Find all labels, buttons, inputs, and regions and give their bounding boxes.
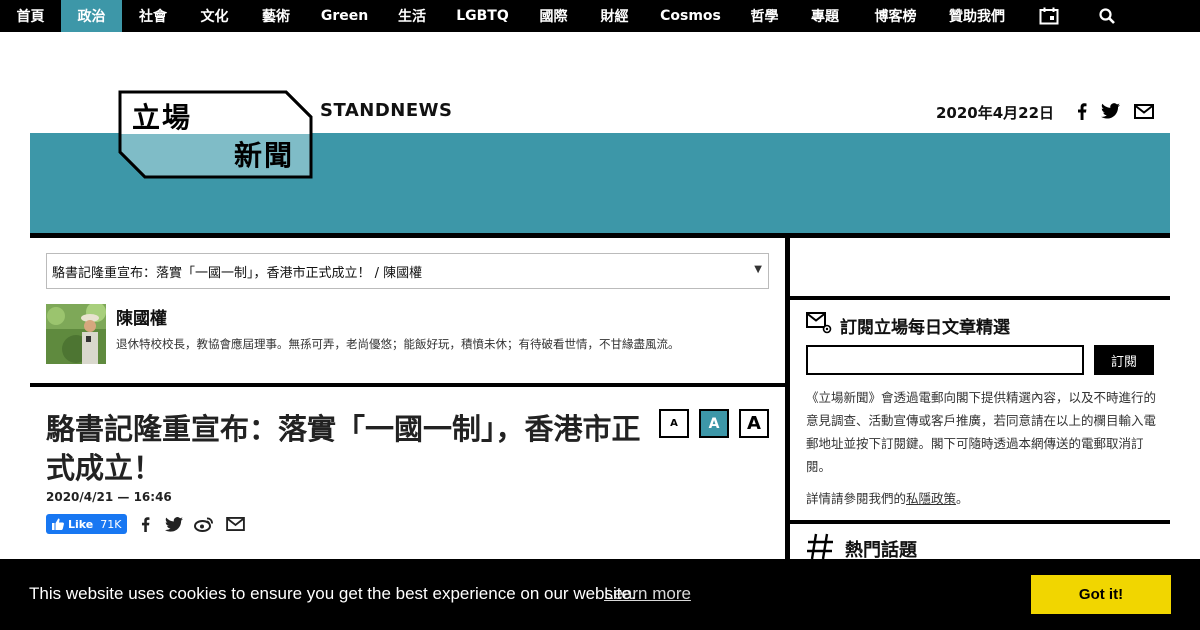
author-name[interactable]: 陳國權 — [116, 304, 167, 329]
subscribe-button-label: 訂閱 — [1110, 354, 1137, 370]
sidebar-divider — [785, 237, 790, 567]
search-icon[interactable] — [1077, 0, 1136, 32]
nav-item-label: LGBTQ — [456, 8, 509, 24]
font-size-large-button[interactable]: A — [739, 409, 769, 438]
subscribe-description: 《立場新聞》會透過電郵向閣下提供精選內容，以及不時進行的意見調查、活動宣傳或客戶… — [806, 390, 1157, 474]
subscribe-button[interactable]: 訂閱 — [1094, 345, 1154, 375]
nav-item-culture[interactable]: 文化 — [184, 0, 245, 32]
brand-wordmark: STANDNEWS — [320, 100, 453, 121]
mail-at-icon — [806, 312, 832, 334]
nav-item-life[interactable]: 生活 — [382, 0, 442, 32]
logo-text-line1: 立場 — [132, 101, 193, 134]
article-date: 2020/4/21 — 16:46 — [46, 490, 172, 504]
privacy-note: 詳情請參閱我們的私隱政策。 — [806, 488, 969, 507]
nav-item-label: 國際 — [539, 9, 568, 25]
facebook-icon[interactable] — [1071, 100, 1093, 122]
like-label: Like — [68, 517, 94, 531]
nav-item-society[interactable]: 社會 — [122, 0, 184, 32]
cookie-accept-button[interactable]: Got it! — [1031, 575, 1171, 614]
nav-item-philosophy[interactable]: 哲學 — [736, 0, 793, 32]
privacy-policy-link[interactable]: 私隱政策 — [906, 491, 956, 506]
article-series-select[interactable]: 駱書記隆重宣布：落實「一國一制」，香港市正式成立！ / 陳國權 ▼ — [46, 253, 769, 289]
thumbs-up-icon — [52, 518, 64, 530]
nav-item-label: 贊助我們 — [949, 9, 1005, 25]
nav-item-label: 政治 — [77, 9, 106, 25]
privacy-suffix: 。 — [956, 491, 969, 506]
nav-item-label: 藝術 — [262, 9, 290, 25]
nav-item-label: 哲學 — [750, 9, 779, 25]
nav-item-sponsor[interactable]: 贊助我們 — [934, 0, 1020, 32]
facebook-like-button[interactable]: Like 71K — [46, 514, 127, 534]
nav-item-art[interactable]: 藝術 — [245, 0, 307, 32]
nav-item-label: 專題 — [811, 9, 839, 25]
font-size-small-button[interactable]: A — [659, 409, 689, 438]
privacy-prefix: 詳情請參閱我們的 — [806, 491, 907, 506]
hashtag-icon — [806, 532, 834, 560]
like-count: 71K — [100, 517, 122, 531]
font-size-medium-button[interactable]: A — [699, 409, 729, 438]
nav-item-finance[interactable]: 財經 — [584, 0, 645, 32]
nav-item-lgbtq[interactable]: LGBTQ — [442, 0, 523, 32]
nav-item-label: Green — [320, 8, 369, 24]
author-bio: 退休特校校長，教協會應屆理事。無孫可弄，老尚優悠；能飯好玩，積憤未休；有待破看世… — [116, 337, 680, 351]
nav-item-green[interactable]: Green — [307, 0, 382, 32]
weibo-icon[interactable] — [193, 514, 215, 534]
chevron-down-icon: ▼ — [754, 264, 762, 275]
font-size-label: A — [670, 418, 678, 429]
nav-item-label: 生活 — [398, 9, 426, 25]
logo-text-line2: 新聞 — [234, 139, 295, 172]
article-title: 駱書記隆重宣布：落實「一國一制」，香港市正式成立！ — [46, 412, 641, 485]
nav-item-politics[interactable]: 政治 — [61, 0, 122, 32]
mail-icon[interactable] — [1133, 100, 1155, 122]
nav-item-blog-ranking[interactable]: 博客榜 — [857, 0, 934, 32]
cookie-learn-more-link[interactable]: Learn more — [604, 584, 691, 604]
sidebar-rule-2 — [790, 520, 1170, 524]
nav-item-home[interactable]: 首頁 — [0, 0, 61, 32]
twitter-icon[interactable] — [1099, 100, 1121, 122]
subscribe-title: 訂閱立場每日文章精選 — [840, 318, 1010, 338]
author-rule — [30, 383, 785, 387]
font-size-label: A — [708, 415, 720, 432]
nav-item-label: 文化 — [200, 9, 229, 25]
nav-item-label: 首頁 — [16, 9, 45, 25]
email-field[interactable] — [806, 345, 1084, 375]
nav-item-international[interactable]: 國際 — [523, 0, 584, 32]
nav-item-label: Cosmos — [660, 8, 721, 24]
nav-item-label: 社會 — [139, 9, 167, 25]
content-top-rule — [30, 233, 1170, 238]
header-date: 2020年4月22日 — [936, 104, 1055, 122]
facebook-icon[interactable] — [134, 514, 156, 534]
cookie-message: This website uses cookies to ensure you … — [29, 584, 636, 603]
nav-item-label: 博客榜 — [874, 9, 917, 25]
nav-item-features[interactable]: 專題 — [793, 0, 857, 32]
sidebar-rule-1 — [790, 296, 1170, 300]
author-avatar[interactable] — [46, 304, 106, 364]
twitter-icon[interactable] — [163, 514, 185, 534]
mail-icon[interactable] — [224, 514, 246, 534]
top-nav: 首頁 政治 社會 文化 藝術 Green 生活 LGBTQ 國際 財經 Cosm… — [0, 0, 1200, 32]
site-logo[interactable]: 立場 新聞 — [118, 90, 314, 180]
calendar-icon[interactable] — [1020, 0, 1077, 32]
nav-item-cosmos[interactable]: Cosmos — [645, 0, 736, 32]
font-size-label: A — [747, 413, 761, 434]
cookie-accept-label: Got it! — [1078, 586, 1124, 603]
nav-item-label: 財經 — [600, 9, 629, 25]
select-value: 駱書記隆重宣布：落實「一國一制」，香港市正式成立！ / 陳國權 — [52, 265, 423, 281]
